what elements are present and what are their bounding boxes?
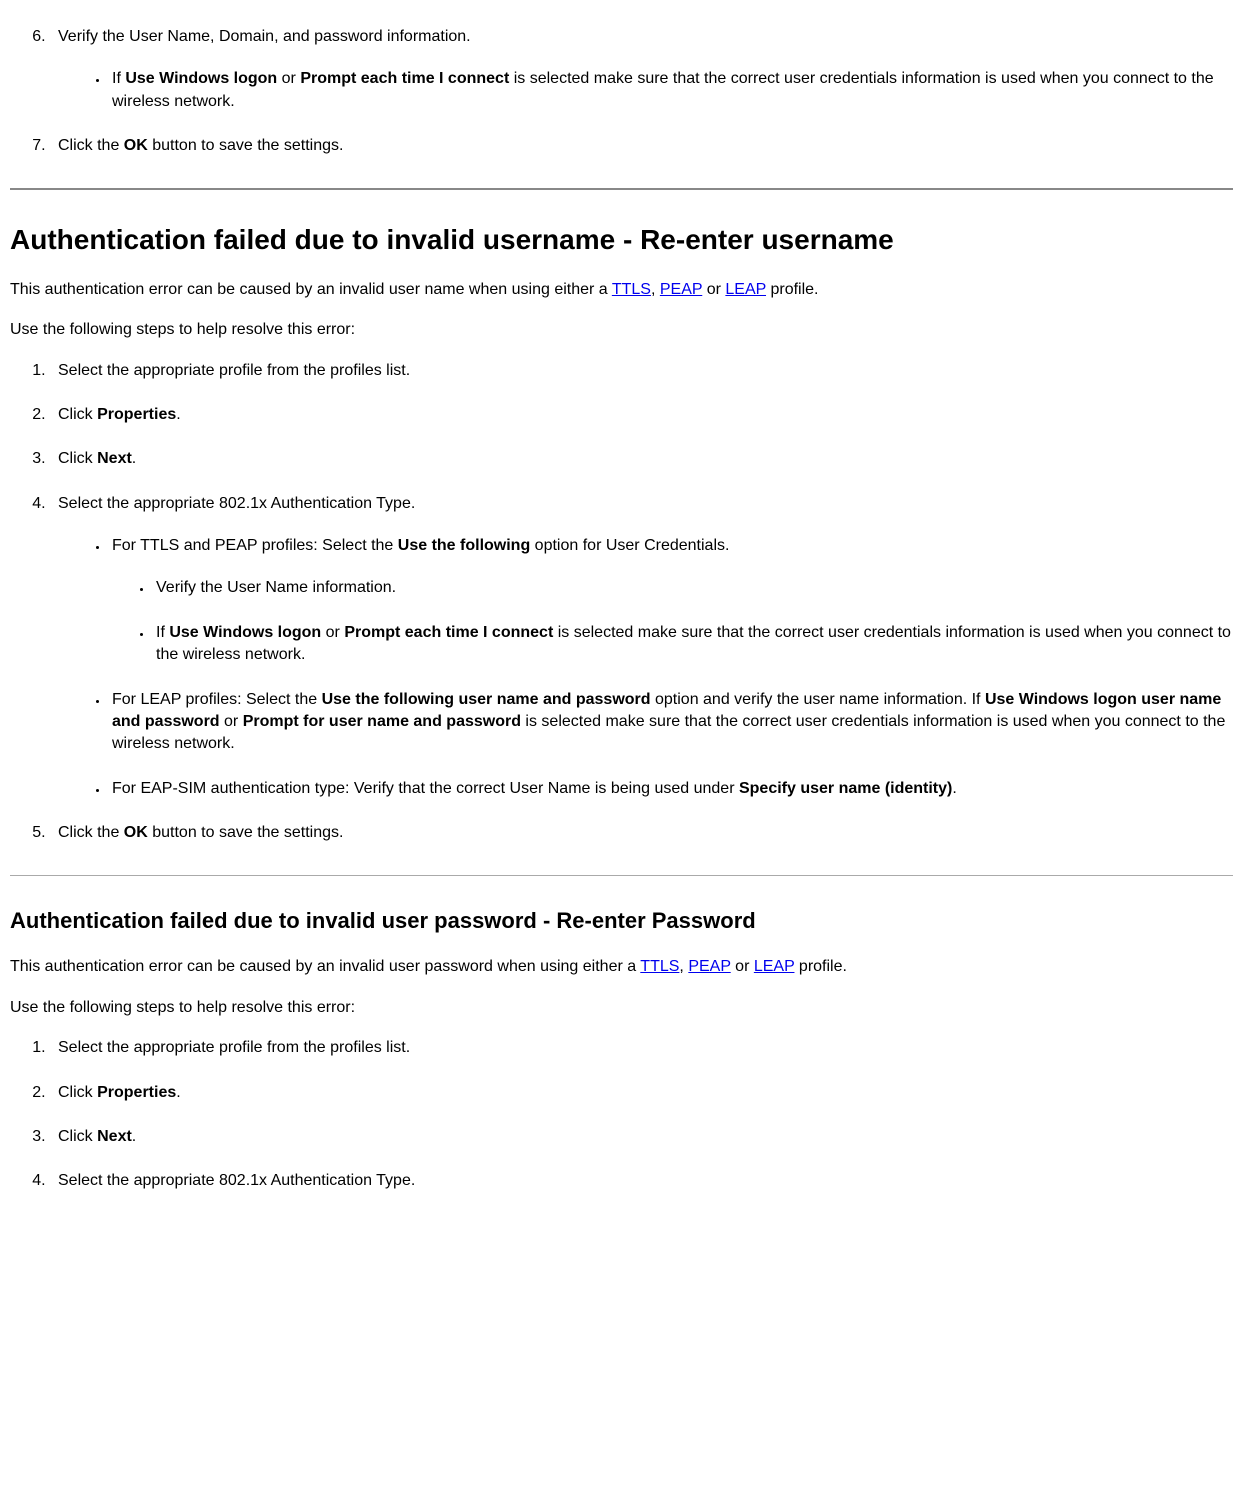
resolve-intro-1: Use the following steps to help resolve … [10,319,1233,341]
step-7: Click the OK button to save the settings… [50,135,1233,157]
step-6-sub-1: If Use Windows logon or Prompt each time… [108,68,1233,113]
s2-step-3: Click Next. [50,1126,1233,1148]
s1-step-5: Click the OK button to save the settings… [50,822,1233,844]
s1-step-4-sub-1-a: Verify the User Name information. [152,577,1233,599]
divider [10,188,1233,190]
s1-step-4-sub-1-sub: Verify the User Name information. If Use… [112,577,1233,666]
step-6-sublist: If Use Windows logon or Prompt each time… [58,68,1233,113]
s1-step-4-sub-1-text: For TTLS and PEAP profiles: Select the U… [112,537,729,554]
intro-invalid-username: This authentication error can be caused … [10,279,1233,301]
s1-step-1: Select the appropriate profile from the … [50,360,1233,382]
s1-step-4-sub-1-b: If Use Windows logon or Prompt each time… [152,622,1233,667]
steps-continuation-list: Verify the User Name, Domain, and passwo… [10,26,1233,158]
steps-invalid-password: Select the appropriate profile from the … [10,1037,1233,1193]
leap-link[interactable]: LEAP [725,281,766,298]
heading-invalid-username: Authentication failed due to invalid use… [10,220,1233,259]
s1-step-3: Click Next. [50,448,1233,470]
s1-step-4: Select the appropriate 802.1x Authentica… [50,493,1233,801]
s1-step-4-sub: For TTLS and PEAP profiles: Select the U… [58,535,1233,800]
s1-step-2: Click Properties. [50,404,1233,426]
peap-link[interactable]: PEAP [688,958,730,975]
step-6-text: Verify the User Name, Domain, and passwo… [58,28,471,45]
peap-link[interactable]: PEAP [660,281,702,298]
ttls-link[interactable]: TTLS [640,958,679,975]
leap-link[interactable]: LEAP [754,958,795,975]
step-6: Verify the User Name, Domain, and passwo… [50,26,1233,113]
s1-step-4-sub-2: For LEAP profiles: Select the Use the fo… [108,689,1233,756]
s1-step-4-text: Select the appropriate 802.1x Authentica… [58,495,415,512]
s2-step-4: Select the appropriate 802.1x Authentica… [50,1170,1233,1192]
divider-thin [10,875,1233,876]
ttls-link[interactable]: TTLS [612,281,651,298]
heading-invalid-password: Authentication failed due to invalid use… [10,906,1233,937]
s2-step-1: Select the appropriate profile from the … [50,1037,1233,1059]
steps-invalid-username: Select the appropriate profile from the … [10,360,1233,845]
s2-step-2: Click Properties. [50,1082,1233,1104]
s1-step-4-sub-1: For TTLS and PEAP profiles: Select the U… [108,535,1233,667]
resolve-intro-2: Use the following steps to help resolve … [10,997,1233,1019]
s1-step-4-sub-3: For EAP-SIM authentication type: Verify … [108,778,1233,800]
intro-invalid-password: This authentication error can be caused … [10,956,1233,978]
